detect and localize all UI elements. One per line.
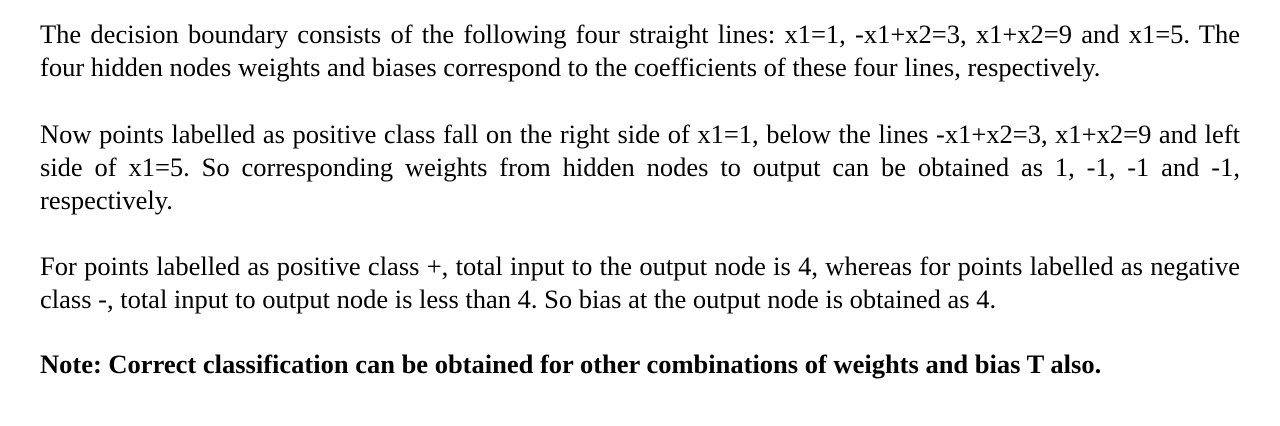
document-page: The decision boundary consists of the fo… xyxy=(0,0,1280,426)
paragraph-output-weights: Now points labelled as positive class fa… xyxy=(40,119,1240,215)
paragraph-output-bias: For points labelled as positive class +,… xyxy=(40,251,1240,314)
note-text: Note: Correct classification can be obta… xyxy=(40,349,1102,379)
paragraph-decision-boundary: The decision boundary consists of the fo… xyxy=(40,19,1240,82)
